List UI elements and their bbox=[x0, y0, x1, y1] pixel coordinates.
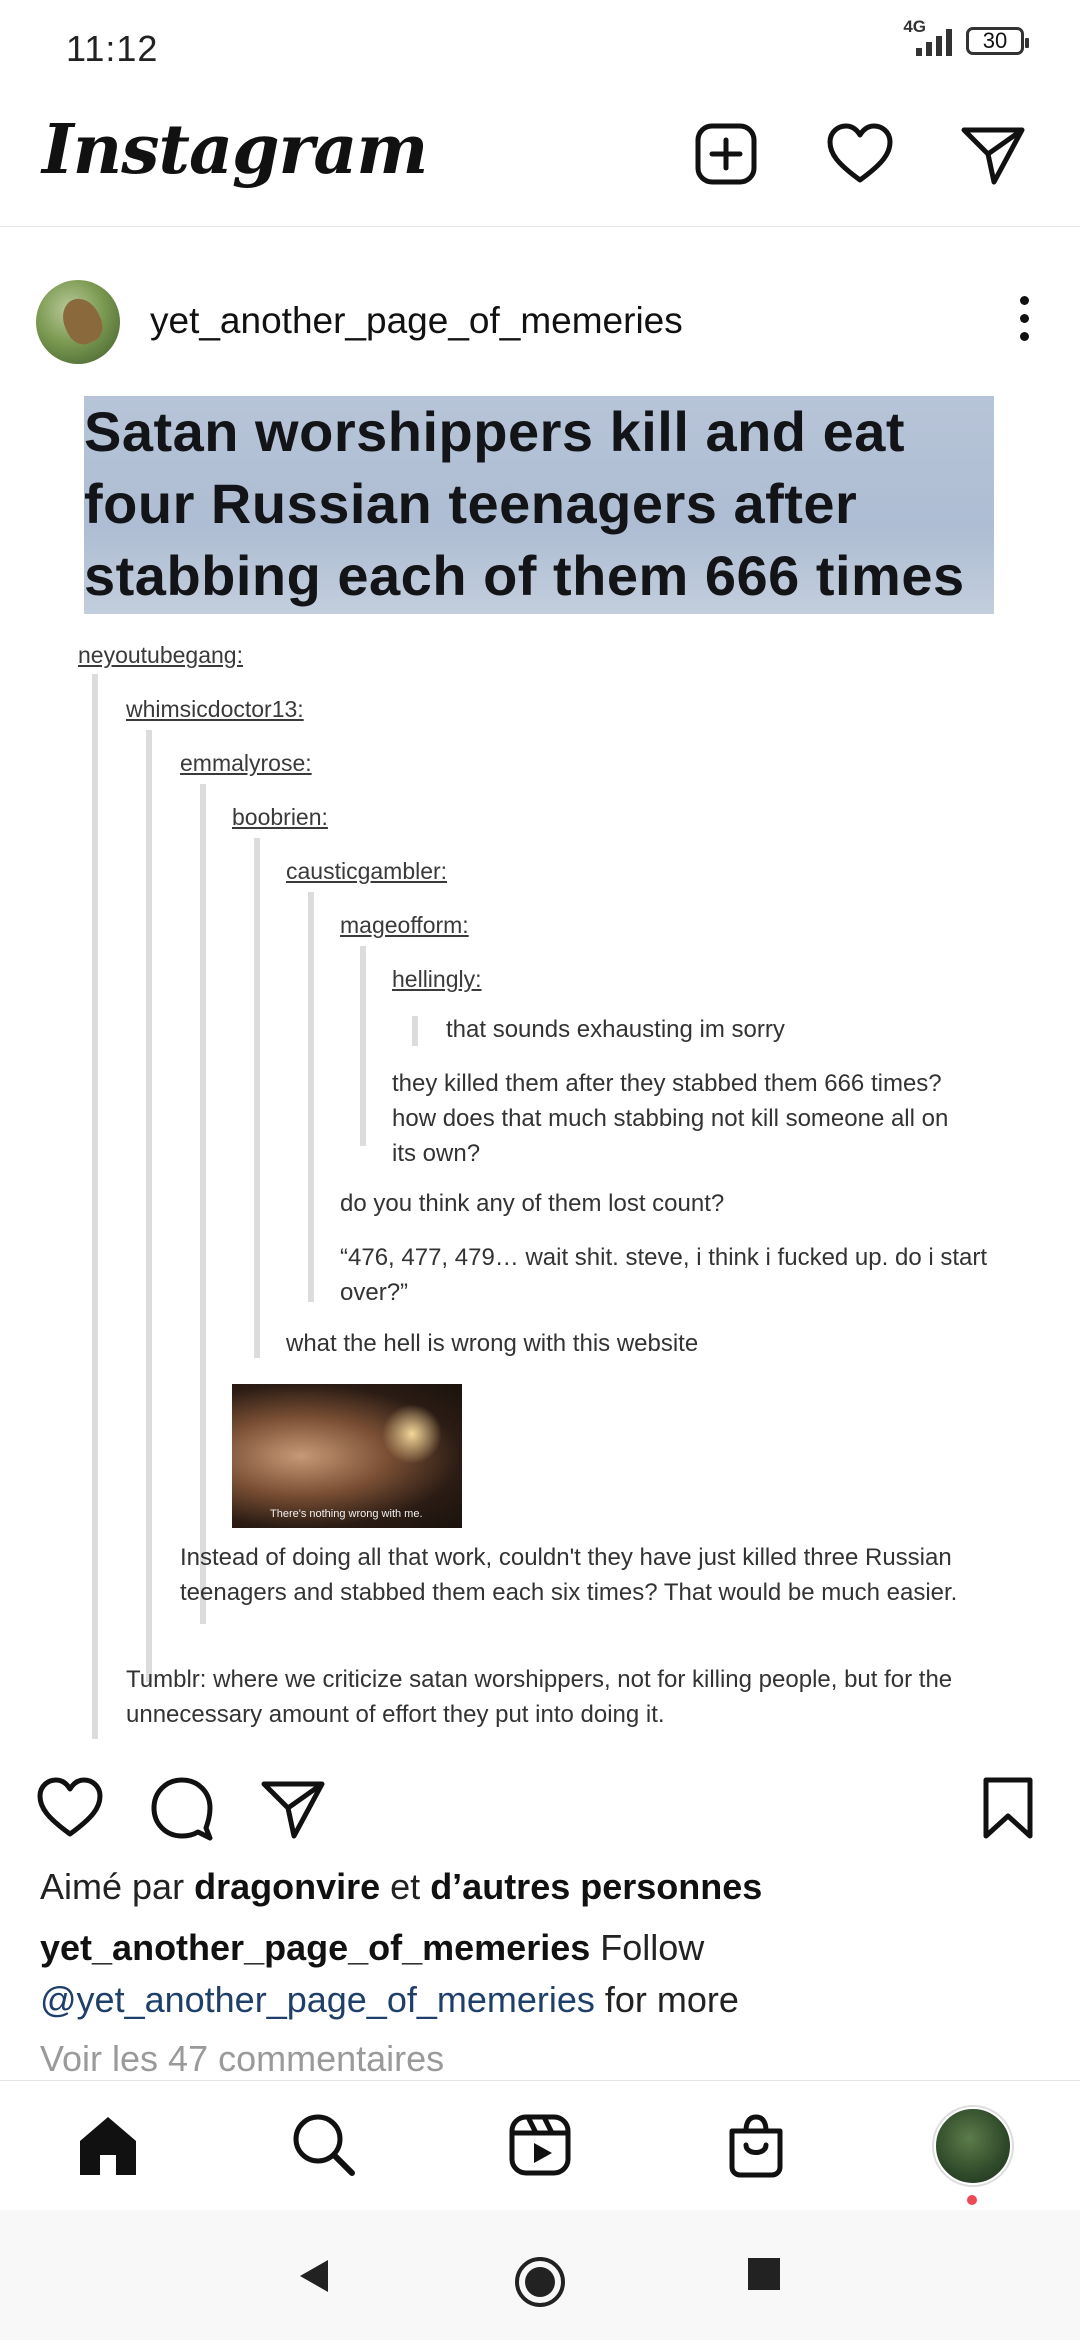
gif-caption: There's nothing wrong with me. bbox=[270, 1508, 423, 1520]
post-username[interactable]: yet_another_page_of_memeries bbox=[150, 300, 683, 342]
notification-dot bbox=[967, 2195, 977, 2205]
post-avatar[interactable] bbox=[36, 280, 120, 364]
battery-icon: 30 bbox=[966, 27, 1029, 55]
battery-level: 30 bbox=[982, 28, 1008, 53]
home-button-icon[interactable] bbox=[514, 2256, 566, 2308]
comment-icon[interactable] bbox=[146, 1772, 218, 1844]
post-caption: yet_another_page_of_memeries Follow @yet… bbox=[40, 1927, 739, 2020]
reels-icon[interactable] bbox=[504, 2109, 576, 2181]
profile-avatar[interactable] bbox=[934, 2107, 1012, 2185]
bookmark-icon[interactable] bbox=[972, 1772, 1044, 1844]
thread-line bbox=[92, 674, 98, 1739]
thread-line bbox=[412, 1016, 418, 1046]
view-comments-link[interactable]: Voir les 47 commentaires bbox=[40, 2038, 444, 2080]
status-time: 11:12 bbox=[66, 28, 159, 69]
post-header: yet_another_page_of_memeries bbox=[0, 226, 1080, 395]
headline-line: Satan worshippers kill and eat bbox=[84, 400, 906, 463]
thread-username: boobrien: bbox=[232, 804, 328, 830]
search-icon[interactable] bbox=[288, 2109, 360, 2181]
post-image[interactable]: Satan worshippers kill and eat four Russ… bbox=[0, 394, 1080, 1752]
thread-line bbox=[200, 784, 206, 1624]
thread-username: whimsicdoctor13: bbox=[126, 696, 304, 722]
reply-text: do you think any of them lost count? bbox=[340, 1190, 725, 1217]
headline: Satan worshippers kill and eat four Russ… bbox=[84, 396, 1000, 612]
headline-line: four Russian teenagers after bbox=[84, 472, 858, 535]
home-icon[interactable] bbox=[72, 2109, 144, 2181]
heart-icon[interactable] bbox=[824, 118, 896, 190]
recents-icon[interactable] bbox=[746, 2256, 782, 2292]
instagram-logo[interactable]: Instagram bbox=[42, 110, 428, 190]
caption-username[interactable]: yet_another_page_of_memeries bbox=[40, 1927, 590, 1968]
system-nav-bar bbox=[0, 2210, 1080, 2340]
thread-username: emmalyrose: bbox=[180, 750, 312, 776]
thread-username: neyoutubegang: bbox=[78, 642, 243, 668]
status-icons: 4G 30 bbox=[879, 17, 1029, 56]
thread-username: hellingly: bbox=[392, 966, 482, 992]
likes-line[interactable]: Aimé par dragonvire et d’autres personne… bbox=[40, 1866, 762, 1908]
thread-line bbox=[254, 838, 260, 1358]
status-bar: 11:12 4G 30 bbox=[0, 0, 1080, 96]
reply-text: Instead of doing all that work, couldn't… bbox=[180, 1544, 958, 1606]
thread-username: mageofform: bbox=[340, 912, 469, 938]
share-icon[interactable] bbox=[256, 1772, 328, 1844]
send-icon[interactable] bbox=[956, 118, 1028, 190]
bottom-nav bbox=[0, 2080, 1080, 2211]
reply-text: they killed them after they stabbed them… bbox=[392, 1070, 949, 1167]
quote-text: that sounds exhausting im sorry bbox=[446, 1016, 785, 1043]
new-post-icon[interactable] bbox=[690, 118, 762, 190]
caption-mention[interactable]: @yet_another_page_of_memeries bbox=[40, 1979, 595, 2020]
shop-icon[interactable] bbox=[720, 2109, 792, 2181]
post-actions bbox=[0, 1752, 1080, 1862]
network-type: 4G bbox=[903, 17, 926, 36]
thread-line bbox=[308, 892, 314, 1302]
reply-text: Tumblr: where we criticize satan worship… bbox=[126, 1666, 953, 1728]
back-icon[interactable] bbox=[294, 2256, 334, 2296]
liker-name[interactable]: dragonvire bbox=[194, 1866, 380, 1907]
headline-line: stabbing each of them 666 times bbox=[84, 544, 965, 607]
reply-text: what the hell is wrong with this website bbox=[286, 1330, 699, 1357]
sherlock-gif: There's nothing wrong with me. bbox=[232, 1384, 462, 1528]
like-icon[interactable] bbox=[34, 1772, 106, 1844]
thread-line bbox=[146, 730, 152, 1682]
reply-text: “476, 477, 479… wait shit. steve, i thin… bbox=[340, 1244, 988, 1306]
thread-username: causticgambler: bbox=[286, 858, 448, 884]
more-options-icon[interactable] bbox=[1012, 296, 1036, 344]
app-header: Instagram bbox=[0, 96, 1080, 227]
thread-line bbox=[360, 946, 366, 1146]
